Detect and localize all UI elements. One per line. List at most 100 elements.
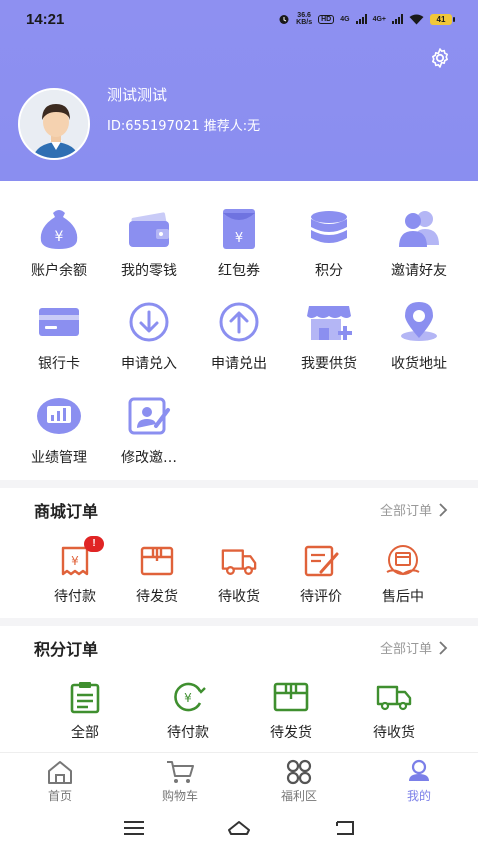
- edit-invite-icon: [125, 392, 173, 440]
- alarm-icon: [279, 15, 289, 24]
- menu-item-apply-in[interactable]: 申请兑入: [104, 298, 194, 373]
- package-icon: [272, 678, 310, 716]
- avatar-person-icon: [20, 90, 88, 158]
- arrow-down-circle-icon: [125, 298, 173, 346]
- mall-orders-title: 商城订单: [34, 502, 99, 521]
- menu-label: 申请兑入: [121, 356, 177, 372]
- profile-icon: [409, 759, 429, 781]
- menu-label: 账户余额: [31, 263, 87, 279]
- menu-item-edit-invite[interactable]: 修改邀…: [104, 392, 194, 467]
- back-nav-icon[interactable]: [333, 818, 357, 838]
- home-icon: [48, 761, 72, 784]
- order-pending-shipment[interactable]: 待发货: [122, 542, 192, 606]
- signal-icon: [355, 14, 367, 24]
- net-speed-value: 36.6: [297, 12, 311, 19]
- hd-badge: HD: [318, 14, 335, 24]
- menu-label: 修改邀…: [121, 450, 177, 466]
- menu-label: 银行卡: [38, 356, 80, 372]
- settings-gear-icon[interactable]: [428, 46, 452, 70]
- points-order-pending-payment[interactable]: ¥ 待付款: [153, 678, 223, 742]
- tab-welfare[interactable]: 福利区: [259, 759, 339, 804]
- points-order-all[interactable]: 全部: [50, 678, 120, 742]
- performance-chart-icon: [35, 392, 83, 440]
- clipboard-icon: [66, 678, 104, 716]
- money-bag-icon: ¥: [35, 205, 83, 253]
- order-label: 待评价: [300, 589, 342, 605]
- coins-stack-icon: [305, 205, 353, 253]
- menu-item-my-change[interactable]: 我的零钱: [104, 205, 194, 280]
- system-nav-bar: [0, 806, 478, 850]
- tab-profile[interactable]: 我的: [379, 759, 459, 804]
- tab-cart[interactable]: 购物车: [140, 759, 220, 804]
- menu-item-account-balance[interactable]: ¥ 账户余额: [14, 205, 104, 280]
- menu-label: 我要供货: [301, 356, 357, 372]
- menu-lines-icon[interactable]: [122, 818, 146, 838]
- after-sales-icon: [384, 542, 422, 580]
- pending-payment-icon: ¥ !: [56, 536, 104, 580]
- order-pending-payment[interactable]: ¥ ! 待付款: [40, 536, 110, 606]
- cart-icon: [167, 761, 194, 783]
- status-time: 14:21: [26, 11, 65, 28]
- order-pending-receipt[interactable]: 待收货: [204, 542, 274, 606]
- yen-cycle-icon: ¥: [169, 678, 207, 716]
- menu-label: 收货地址: [391, 356, 447, 372]
- menu-item-performance[interactable]: 业绩管理: [14, 392, 104, 467]
- wifi-icon: [409, 14, 424, 24]
- pending-shipment-icon: [138, 542, 176, 580]
- net-speed-unit: KB/s: [296, 19, 313, 26]
- menu-item-apply-out[interactable]: 申请兑出: [194, 298, 284, 373]
- menu-label: 业绩管理: [31, 450, 87, 466]
- order-label: 待付款: [167, 725, 209, 741]
- points-order-pending-receipt[interactable]: 待收货: [359, 678, 429, 742]
- tab-home[interactable]: 首页: [20, 759, 100, 804]
- all-orders-label: 全部订单: [379, 642, 432, 657]
- status-bar: 14:21 36.6 KB/s HD 4G 4G+ 41: [0, 0, 478, 40]
- status-icons: 36.6 KB/s HD 4G 4G+ 41: [278, 12, 455, 26]
- tab-label: 我的: [406, 789, 431, 803]
- menu-item-bank-card[interactable]: 银行卡: [14, 298, 104, 373]
- chevron-right-icon: [439, 640, 448, 655]
- truck-icon: [375, 678, 413, 716]
- menu-label: 我的零钱: [121, 263, 177, 279]
- menu-label: 申请兑出: [211, 356, 267, 372]
- section-divider: [0, 480, 478, 488]
- all-orders-label: 全部订单: [379, 504, 432, 519]
- arrow-up-circle-icon: [215, 298, 263, 346]
- points-orders-title: 积分订单: [34, 640, 99, 659]
- battery-icon: 41: [430, 13, 455, 25]
- order-label: 全部: [71, 725, 99, 741]
- wallet-icon: [125, 205, 173, 253]
- order-label: 待收货: [373, 725, 415, 741]
- menu-item-red-envelope[interactable]: ¥ 红包券: [194, 205, 284, 280]
- avatar[interactable]: [18, 88, 90, 160]
- net-speed: 36.6 KB/s: [296, 12, 312, 26]
- menu-item-points[interactable]: 积分: [284, 205, 374, 280]
- order-label: 待发货: [136, 589, 178, 605]
- menu-item-invite-friends[interactable]: 邀请好友: [374, 205, 464, 280]
- home-nav-icon[interactable]: [227, 818, 251, 838]
- user-id-referrer: ID:655197021 推荐人:无: [107, 119, 261, 134]
- order-label: 待发货: [270, 725, 312, 741]
- signal-icon-2: [392, 14, 403, 24]
- menu-item-supply[interactable]: 我要供货: [284, 298, 374, 373]
- mall-orders-all-link[interactable]: 全部订单: [380, 500, 448, 519]
- bank-card-icon: [35, 298, 83, 346]
- welfare-icon: [286, 759, 312, 785]
- points-orders-all-link[interactable]: 全部订单: [380, 638, 448, 657]
- svg-text:¥: ¥: [184, 691, 192, 705]
- profile-header: 14:21 36.6 KB/s HD 4G 4G+ 41 测试测试 ID:6551…: [0, 0, 478, 181]
- points-order-pending-shipment[interactable]: 待发货: [256, 678, 326, 742]
- tab-label: 购物车: [161, 789, 198, 803]
- section-divider-2: [0, 618, 478, 626]
- menu-label: 邀请好友: [391, 263, 447, 279]
- menu-label: 积分: [315, 263, 343, 279]
- unpaid-badge: !: [84, 536, 104, 552]
- menu-item-shipping-address[interactable]: 收货地址: [374, 298, 464, 373]
- order-after-sales[interactable]: 售后中: [368, 542, 438, 606]
- delivery-truck-icon: [220, 542, 258, 580]
- svg-text:¥: ¥: [55, 229, 64, 245]
- bottom-tab-bar: 首页 购物车 福利区 我的: [0, 752, 478, 806]
- order-pending-review[interactable]: 待评价: [286, 542, 356, 606]
- chevron-right-icon: [439, 502, 448, 517]
- order-label: 售后中: [382, 589, 424, 605]
